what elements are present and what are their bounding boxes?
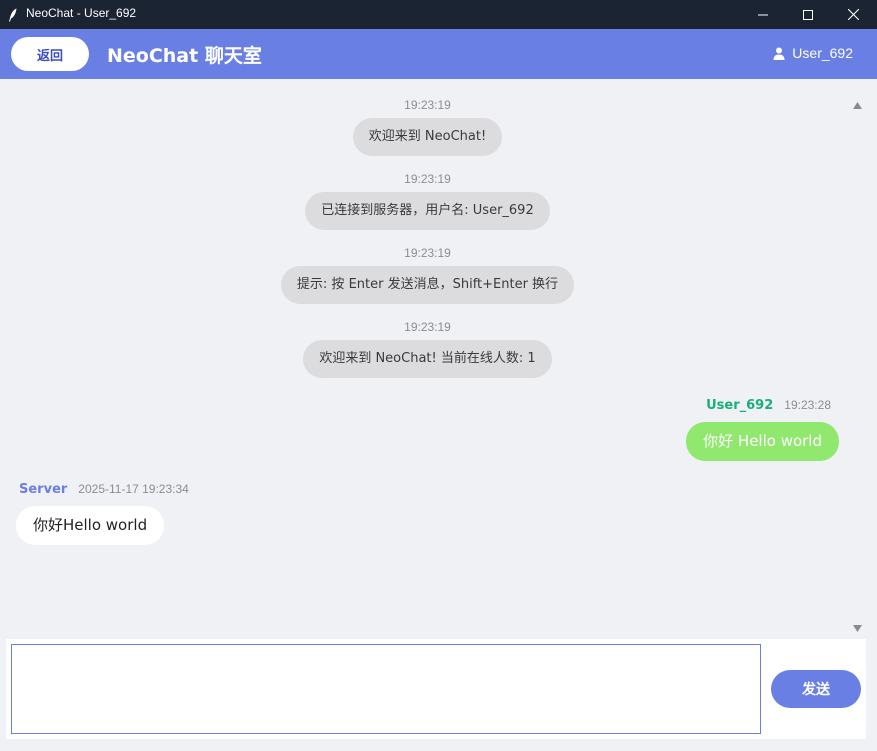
system-message: 19:23:19 欢迎来到 NeoChat! bbox=[6, 97, 849, 156]
back-button[interactable]: 返回 bbox=[11, 37, 89, 71]
own-message-meta: User_692 19:23:28 bbox=[706, 398, 831, 413]
triangle-up-icon[interactable] bbox=[853, 94, 862, 113]
message-list[interactable]: 19:23:19 欢迎来到 NeoChat! 19:23:19 已连接到服务器，… bbox=[6, 87, 849, 629]
own-message-bubble: 你好 Hello world bbox=[686, 422, 839, 461]
system-message: 19:23:19 欢迎来到 NeoChat! 当前在线人数: 1 bbox=[6, 319, 849, 378]
system-message-text: 欢迎来到 NeoChat! 当前在线人数: 1 bbox=[303, 340, 552, 378]
close-icon bbox=[847, 9, 859, 20]
maximize-button[interactable] bbox=[785, 0, 831, 29]
message-time: 19:23:19 bbox=[404, 320, 451, 334]
incoming-message-time: 2025-11-17 19:23:34 bbox=[78, 482, 189, 496]
maximize-icon bbox=[803, 9, 813, 20]
own-message-time: 19:23:28 bbox=[784, 398, 831, 412]
message-scrollbar[interactable] bbox=[849, 87, 866, 632]
system-message: 19:23:19 提示: 按 Enter 发送消息，Shift+Enter 换行 bbox=[6, 245, 849, 304]
chat-header: 返回 NeoChat 聊天室 User_692 bbox=[0, 29, 877, 79]
triangle-down-icon[interactable] bbox=[853, 617, 862, 636]
message-time: 19:23:19 bbox=[404, 98, 451, 112]
window-title: NeoChat - User_692 bbox=[26, 6, 137, 20]
system-message-text: 已连接到服务器，用户名: User_692 bbox=[305, 192, 550, 230]
current-username: User_692 bbox=[792, 45, 853, 61]
minimize-icon bbox=[758, 14, 768, 15]
message-input[interactable] bbox=[11, 644, 761, 734]
system-message: 19:23:19 已连接到服务器，用户名: User_692 bbox=[6, 171, 849, 230]
send-button[interactable]: 发送 bbox=[771, 670, 861, 708]
page-title: NeoChat 聊天室 bbox=[107, 45, 262, 67]
own-message-sender: User_692 bbox=[706, 398, 774, 413]
system-message-text: 欢迎来到 NeoChat! bbox=[352, 118, 503, 156]
user-icon bbox=[773, 47, 785, 60]
composer: 发送 bbox=[6, 639, 866, 739]
incoming-message-bubble: 你好Hello world bbox=[16, 506, 165, 545]
current-user: User_692 bbox=[773, 45, 853, 61]
message-time: 19:23:19 bbox=[404, 172, 451, 186]
minimize-button[interactable] bbox=[740, 0, 786, 29]
message-time: 19:23:19 bbox=[404, 246, 451, 260]
feather-icon bbox=[8, 7, 18, 22]
close-button[interactable] bbox=[830, 0, 876, 29]
chat-window: NeoChat - User_692 返回 NeoChat 聊天室 User_6… bbox=[0, 0, 877, 751]
system-message-text: 提示: 按 Enter 发送消息，Shift+Enter 换行 bbox=[280, 266, 575, 304]
window-bottom-edge bbox=[0, 739, 877, 751]
title-bar: NeoChat - User_692 bbox=[0, 0, 877, 29]
incoming-message-meta: Server 2025-11-17 19:23:34 bbox=[19, 482, 189, 497]
incoming-message-sender: Server bbox=[19, 482, 68, 497]
